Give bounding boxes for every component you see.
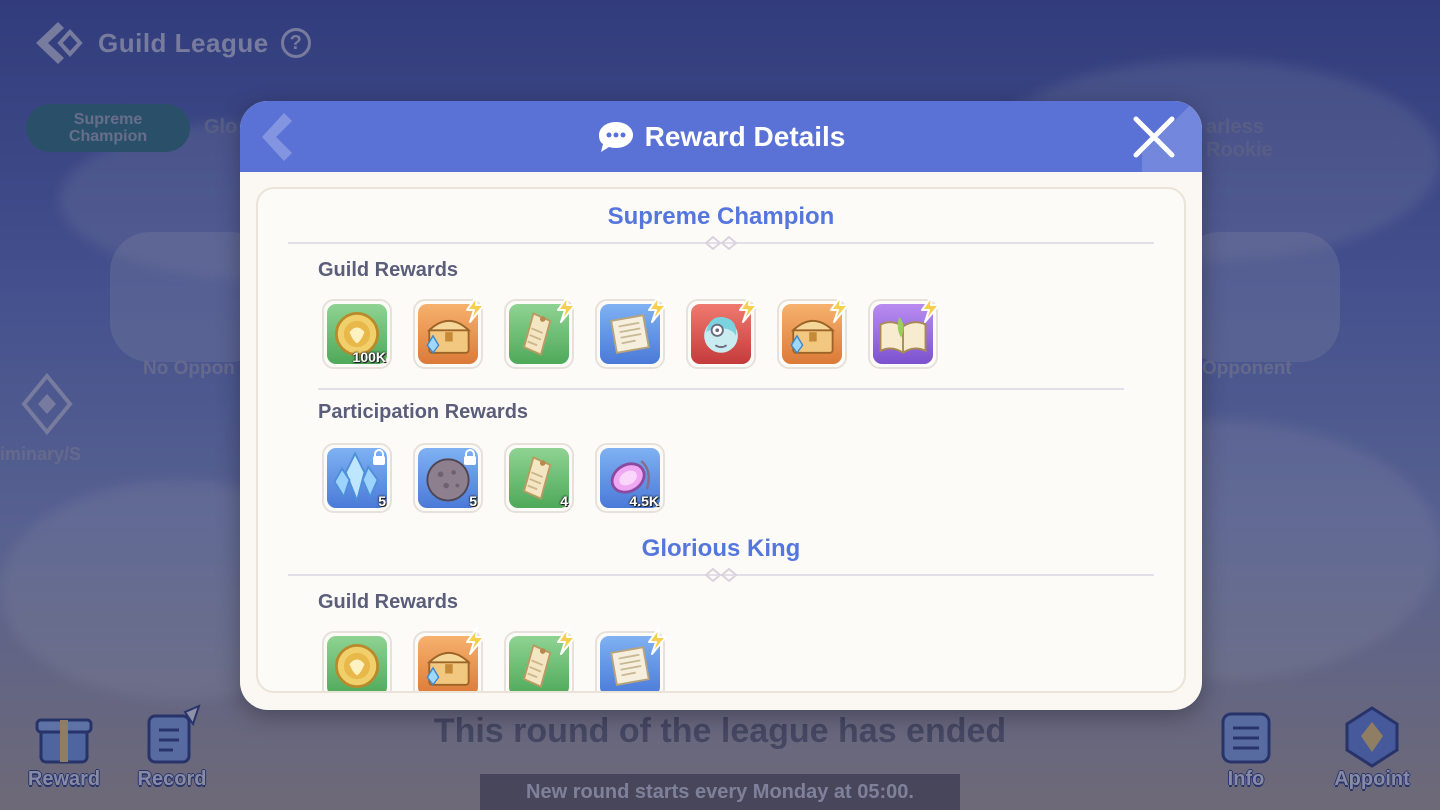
guild-reward-item-treasure-chest[interactable] <box>413 627 485 691</box>
guild-reward-item-scroll-tag[interactable] <box>504 295 576 369</box>
item-quantity: 5 <box>469 493 477 509</box>
lightning-badge-icon <box>550 295 580 323</box>
participation-reward-item-scroll-tag[interactable]: 4 <box>504 443 574 513</box>
lightning-badge-icon <box>550 627 580 655</box>
item-quantity: 5 <box>378 493 386 509</box>
modal-title: Reward Details <box>644 120 846 152</box>
item-background <box>327 636 387 691</box>
guild-reward-item-guild-coin[interactable]: 100K <box>322 299 392 369</box>
guild-coin-icon <box>327 636 387 691</box>
modal-header: Reward Details <box>240 101 1202 172</box>
tier-title-supreme-champion: Supreme Champion <box>607 203 835 230</box>
header-decoration-icon <box>262 113 292 161</box>
item-quantity: 4.5K <box>629 493 659 509</box>
close-icon[interactable] <box>1132 115 1176 159</box>
lightning-badge-icon <box>459 295 489 323</box>
item-quantity: 4 <box>560 493 568 509</box>
lightning-badge-icon <box>732 295 762 323</box>
guild-reward-item-guild-coin[interactable] <box>322 631 392 691</box>
lightning-badge-icon <box>914 295 944 323</box>
participation-reward-item-ore-stone[interactable]: 5 <box>413 443 483 513</box>
lightning-badge-icon <box>641 627 671 655</box>
guild-reward-item-treasure-chest[interactable] <box>413 295 485 369</box>
guild-reward-item-scroll-tag[interactable] <box>504 627 576 691</box>
guild-reward-item-document[interactable] <box>595 627 667 691</box>
guild-reward-item-document[interactable] <box>595 295 667 369</box>
reward-panel: Supreme Champion Guild Rewards 100K Part… <box>256 187 1186 693</box>
chat-bubble-icon <box>598 121 633 152</box>
guild-rewards-label: Guild Rewards <box>318 259 459 281</box>
reward-details-modal: Reward Details Supreme Champion Guild Re… <box>240 101 1202 710</box>
participation-reward-item-pink-gem[interactable]: 4.5K <box>595 443 665 513</box>
tier-title-glorious-king: Glorious King <box>641 535 801 562</box>
lock-icon <box>463 449 477 465</box>
item-quantity: 100K <box>352 349 386 365</box>
participation-reward-item-crystal[interactable]: 5 <box>322 443 392 513</box>
section-divider <box>318 388 1124 390</box>
guild-reward-item-treasure-chest[interactable] <box>777 295 849 369</box>
participation-rewards-label: Participation Rewards <box>318 401 529 423</box>
guild-rewards-label: Guild Rewards <box>318 591 459 613</box>
guild-reward-item-avatar-frame[interactable] <box>686 295 758 369</box>
divider-knot-icon <box>704 236 738 250</box>
divider-knot-icon <box>704 568 738 582</box>
lightning-badge-icon <box>823 295 853 323</box>
reward-list-scroll[interactable]: Supreme Champion Guild Rewards 100K Part… <box>258 189 1184 691</box>
lightning-badge-icon <box>459 627 489 655</box>
lock-icon <box>372 449 386 465</box>
lightning-badge-icon <box>641 295 671 323</box>
guild-reward-item-spell-book[interactable] <box>868 295 940 369</box>
